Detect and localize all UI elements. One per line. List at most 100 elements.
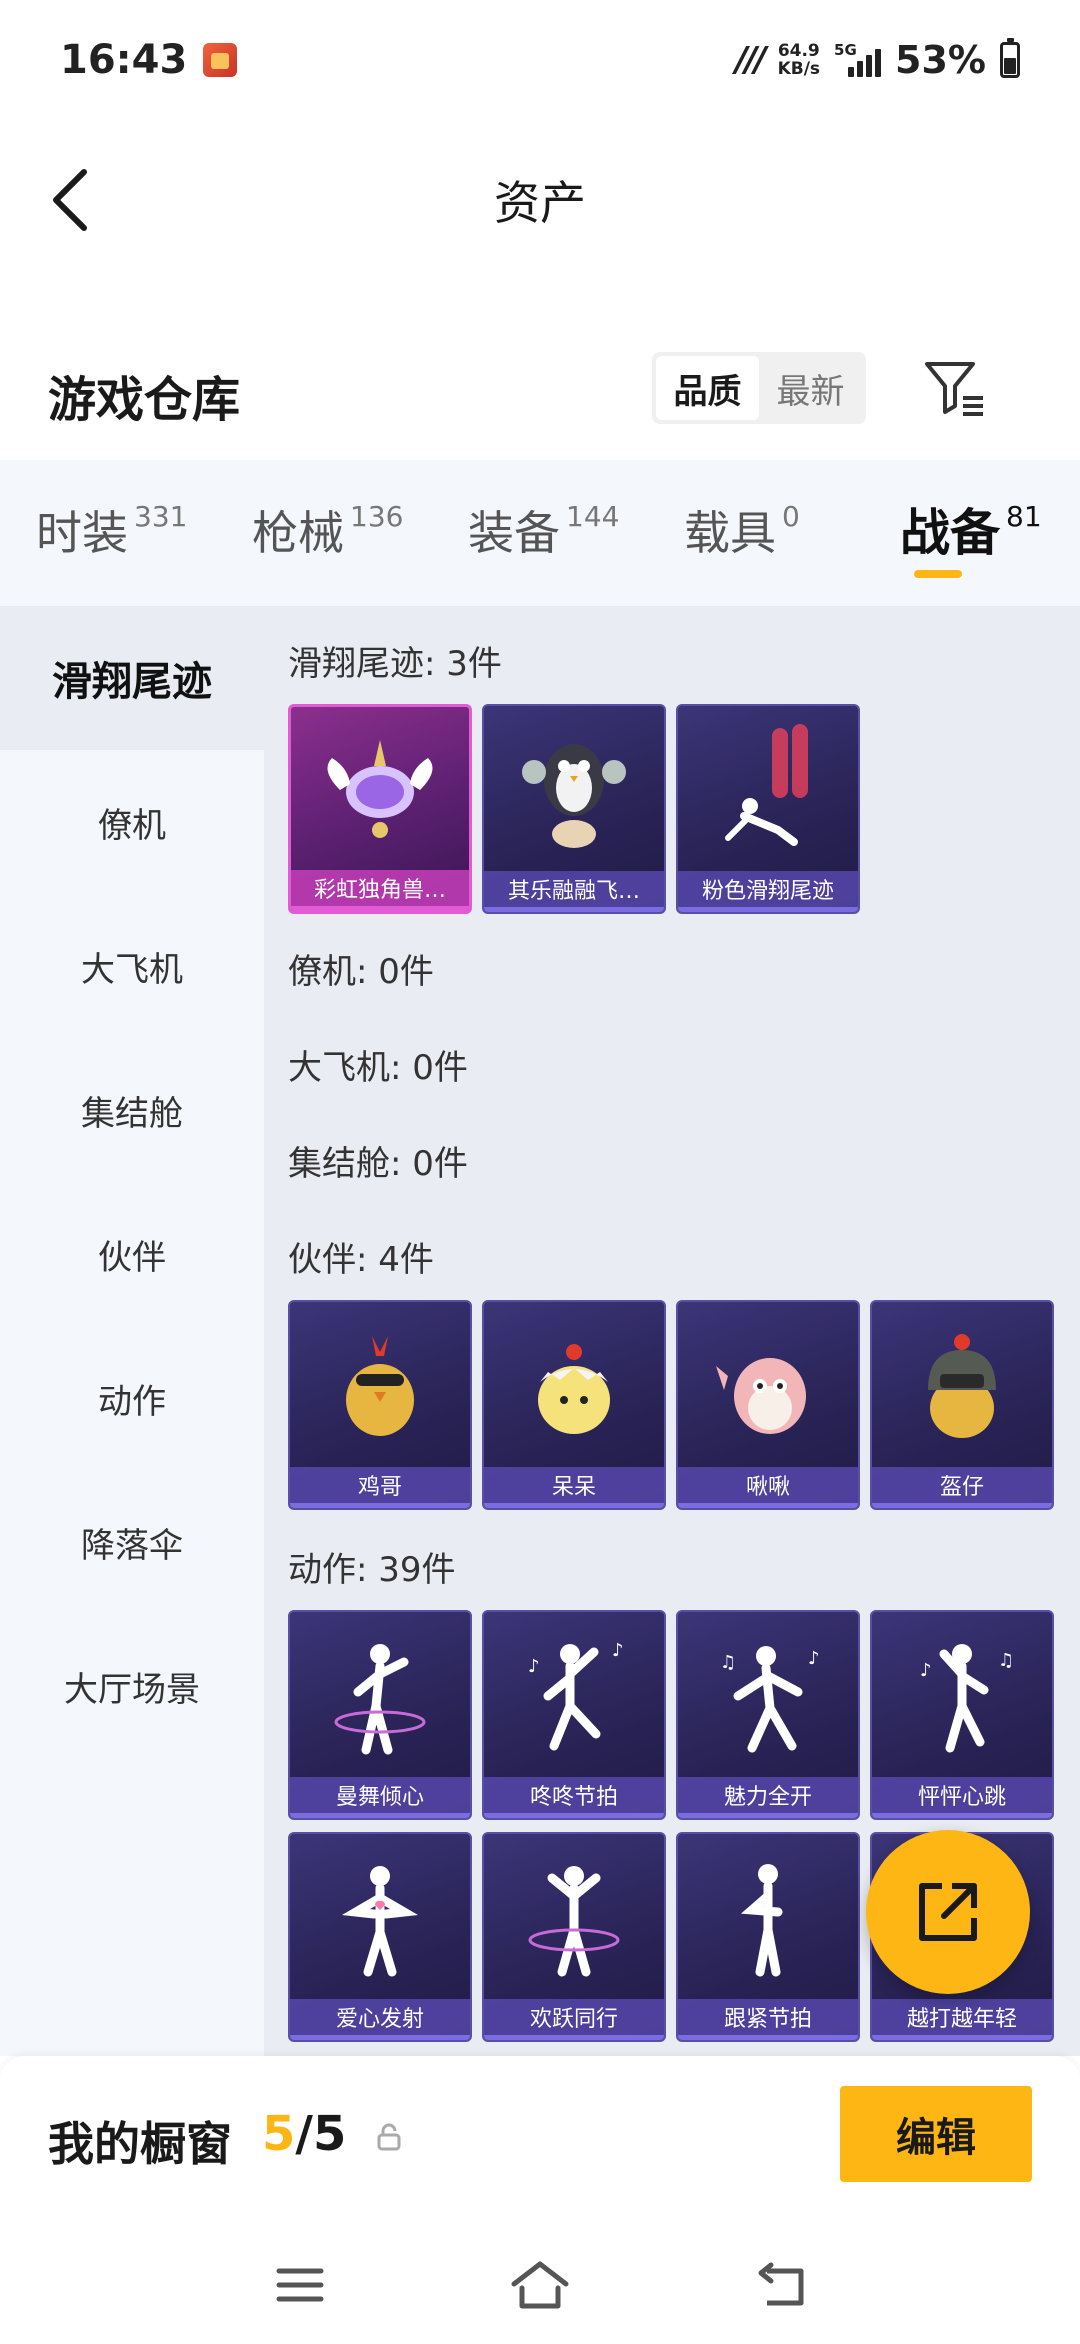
item-card[interactable]: 爱心发射: [288, 1832, 472, 2042]
section-title-emote: 动作: 39件: [288, 1550, 456, 1590]
item-name: 鸡哥: [290, 1467, 470, 1503]
tab-label: 战备: [900, 504, 1000, 562]
glide-trail-cards: 彩虹独角兽… 其乐融融飞… 粉色滑翔尾迹: [288, 704, 860, 914]
status-time: 16:43: [60, 37, 188, 83]
menu-button[interactable]: [268, 2253, 332, 2317]
sidebar-item-plane[interactable]: 大飞机: [0, 894, 264, 1038]
back-button[interactable]: [40, 162, 100, 238]
back-nav-button[interactable]: [748, 2253, 812, 2317]
tab-count: 144: [566, 500, 620, 533]
item-name: 彩虹独角兽…: [291, 870, 469, 906]
section-title-glide-trail: 滑翔尾迹: 3件: [288, 644, 502, 684]
dancer-icon: [290, 1618, 470, 1774]
game-notification-icon: [203, 43, 238, 77]
chevron-left-icon: [53, 169, 87, 231]
network-type: 5G: [834, 41, 857, 59]
tab-weapons[interactable]: 枪械 136: [216, 493, 432, 573]
item-name: 欢跃同行: [484, 1999, 664, 2035]
item-name: 粉色滑翔尾迹: [678, 871, 858, 907]
network-speed: 64.9 KB/s: [778, 42, 820, 78]
tab-count: 331: [134, 500, 188, 533]
status-indicators: /// 64.9 KB/s 5G 53%: [735, 38, 1020, 82]
item-card[interactable]: ♪ ♪ 咚咚节拍: [482, 1610, 666, 1820]
svg-text:♪: ♪: [808, 1648, 820, 1669]
back-arrow-icon: [758, 2262, 804, 2306]
item-card[interactable]: 盔仔: [870, 1300, 1054, 1510]
emote-cards-row-1: 曼舞倾心 ♪ ♪ 咚咚节拍 ♫ ♪ 魅力全开 ♪ ♫ 怦怦心跳: [288, 1610, 1054, 1820]
svg-text:♪: ♪: [528, 1656, 540, 1677]
sort-toggle: 品质 最新: [652, 352, 866, 424]
edit-button[interactable]: 编辑: [840, 2086, 1032, 2182]
sidebar-item-pod[interactable]: 集结舱: [0, 1038, 264, 1182]
item-card[interactable]: 彩虹独角兽…: [288, 704, 472, 914]
tab-label: 枪械: [252, 506, 344, 560]
sidebar-item-parachute[interactable]: 降落伞: [0, 1470, 264, 1614]
tab-count: 136: [350, 500, 404, 533]
filter-button[interactable]: [920, 354, 990, 422]
section-title-plane: 大飞机: 0件: [288, 1048, 468, 1088]
item-card[interactable]: 粉色滑翔尾迹: [676, 704, 860, 914]
battery-percent: 53%: [895, 38, 986, 82]
item-card[interactable]: 鸡哥: [288, 1300, 472, 1510]
network-speed-unit: KB/s: [777, 59, 821, 79]
showcase-current: 5: [262, 2106, 296, 2162]
share-fab[interactable]: [866, 1830, 1030, 1994]
chicken-icon: [290, 1308, 470, 1464]
sidebar-item-emote[interactable]: 动作: [0, 1326, 264, 1470]
dancer-icon: ♪ ♪: [484, 1618, 664, 1774]
sort-option-quality[interactable]: 品质: [656, 356, 759, 420]
item-name: 曼舞倾心: [290, 1777, 470, 1813]
item-name: 其乐融融飞…: [484, 871, 664, 907]
sidebar-item-companion[interactable]: 伙伴: [0, 1182, 264, 1326]
item-card[interactable]: 跟紧节拍: [676, 1832, 860, 2042]
sidebar-item-lobby-scene[interactable]: 大厅场景: [0, 1614, 264, 1758]
sidebar-item-glide-trail[interactable]: 滑翔尾迹: [0, 606, 264, 750]
tab-label: 装备: [468, 506, 560, 560]
item-name: 呆呆: [484, 1467, 664, 1503]
svg-text:♫: ♫: [720, 1652, 736, 1673]
chick-icon: [484, 1308, 664, 1464]
category-tabs: 时装 331 枪械 136 装备 144 载具 0 战备 81: [0, 460, 1080, 606]
item-card[interactable]: ♪ ♫ 怦怦心跳: [870, 1610, 1054, 1820]
bird-icon: [678, 1308, 858, 1464]
item-card[interactable]: 呆呆: [482, 1300, 666, 1510]
sidebar-item-wingman[interactable]: 僚机: [0, 750, 264, 894]
helmet-chick-icon: [872, 1308, 1052, 1464]
dancer-icon: [484, 1840, 664, 1996]
home-icon: [511, 2261, 569, 2309]
item-name: 啾啾: [678, 1467, 858, 1503]
section-title-pod: 集结舱: 0件: [288, 1144, 468, 1184]
svg-text:♫: ♫: [998, 1650, 1014, 1671]
unicorn-emblem-icon: [291, 713, 469, 867]
network-speed-value: 64.9: [777, 41, 820, 61]
item-name: 越打越年轻: [872, 1999, 1052, 2035]
showcase-max: 5: [312, 2106, 347, 2162]
system-nav-bar: [0, 2226, 1080, 2344]
tab-equipment[interactable]: 装备 144: [432, 493, 648, 573]
battery-icon: [1000, 38, 1020, 78]
tab-fashion[interactable]: 时装 331: [0, 493, 216, 573]
item-card[interactable]: 欢跃同行: [482, 1832, 666, 2042]
page-title: 资产: [494, 176, 586, 230]
item-card[interactable]: 啾啾: [676, 1300, 860, 1510]
item-card[interactable]: 曼舞倾心: [288, 1610, 472, 1820]
tab-label: 时装: [36, 506, 128, 560]
tab-combat-gear[interactable]: 战备 81: [864, 493, 1080, 573]
home-button[interactable]: [508, 2253, 572, 2317]
tab-label: 载具: [684, 506, 776, 560]
item-name: 跟紧节拍: [678, 1999, 858, 2035]
pink-trail-icon: [678, 712, 858, 868]
active-tab-indicator: [914, 570, 962, 578]
dancer-icon: ♪ ♫: [872, 1618, 1052, 1774]
tab-vehicles[interactable]: 载具 0: [648, 493, 864, 573]
showcase-count: 5/5: [262, 2106, 346, 2162]
item-card[interactable]: ♫ ♪ 魅力全开: [676, 1610, 860, 1820]
section-title-wingman: 僚机: 0件: [288, 952, 434, 992]
dancer-icon: [678, 1840, 858, 1996]
sort-option-newest[interactable]: 最新: [759, 356, 862, 420]
item-name: 魅力全开: [678, 1777, 858, 1813]
showcase-bar: 我的橱窗 5/5 编辑: [0, 2056, 1080, 2226]
warehouse-title: 游戏仓库: [48, 372, 241, 428]
item-name: 爱心发射: [290, 1999, 470, 2035]
item-card[interactable]: 其乐融融飞…: [482, 704, 666, 914]
